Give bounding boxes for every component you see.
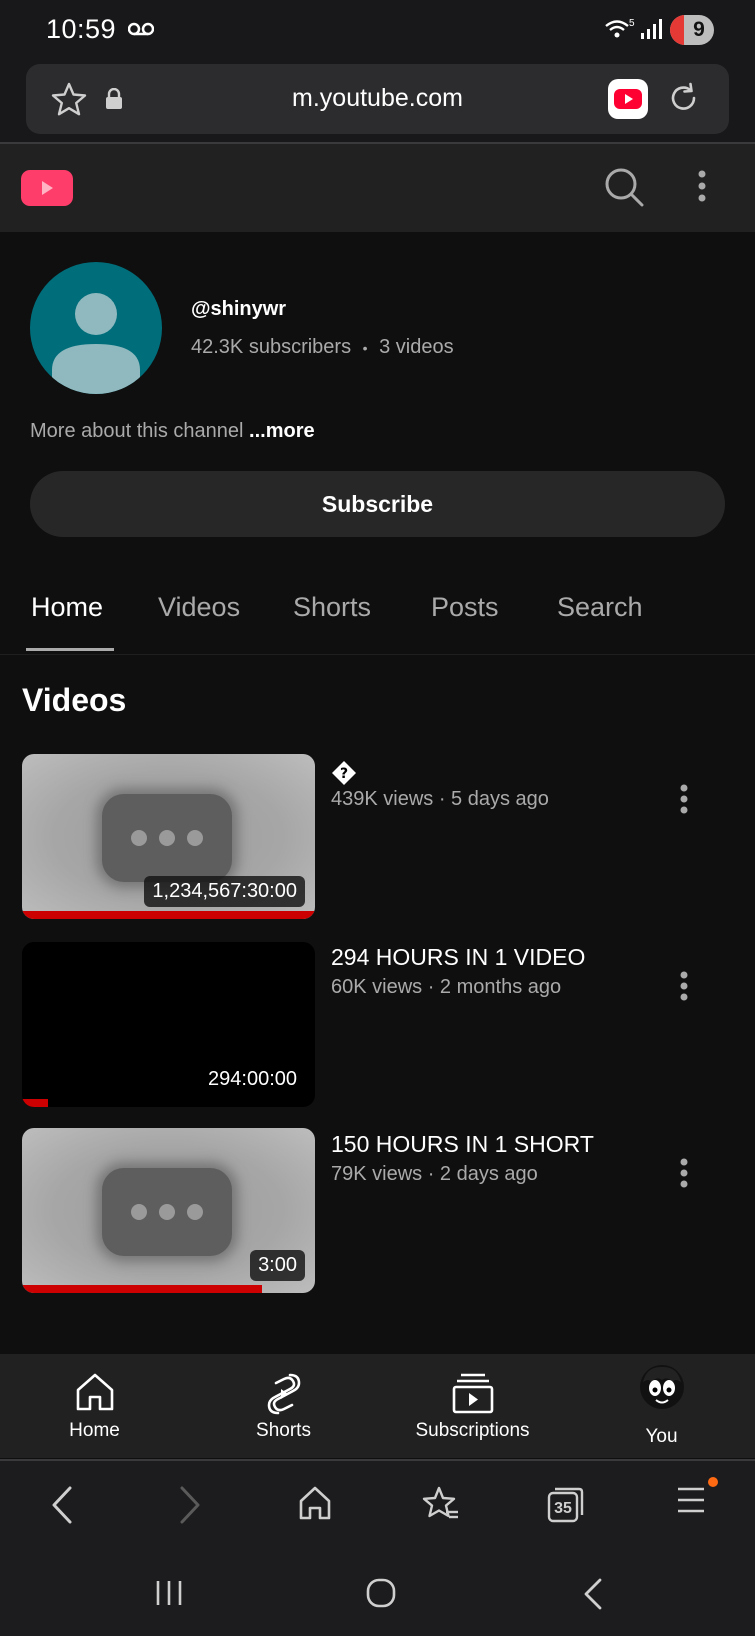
youtube-app-button[interactable]	[608, 79, 648, 119]
watch-progress-fill	[22, 911, 315, 919]
video-thumbnail[interactable]: 294:00:00	[22, 942, 315, 1107]
tabs-button[interactable]: 35	[546, 1485, 586, 1525]
nav-label: Shorts	[256, 1420, 311, 1441]
nav-label: Home	[69, 1420, 120, 1441]
video-options-icon[interactable]	[680, 971, 688, 1001]
subscriber-count: 42.3K subscribers	[191, 336, 352, 358]
recent-apps-icon[interactable]	[154, 1579, 184, 1607]
thumbnail-placeholder-icon	[102, 794, 232, 882]
notification-dot	[708, 1477, 718, 1487]
default-profile-icon	[52, 293, 140, 394]
status-time: 10:59	[46, 14, 117, 44]
nav-home[interactable]: Home	[0, 1354, 189, 1458]
tab-posts[interactable]: Posts	[431, 592, 499, 623]
svg-text:5: 5	[629, 18, 635, 29]
tab-home[interactable]: Home	[31, 592, 103, 623]
watch-progress-bar	[22, 911, 315, 919]
subscriptions-icon	[452, 1373, 493, 1414]
channel-handle: @shinywr	[191, 298, 287, 320]
channel-avatar[interactable]	[30, 262, 162, 394]
youtube-bottom-nav: Home Shorts Subscriptions You	[0, 1354, 755, 1458]
watch-progress-bar	[22, 1099, 315, 1107]
wifi-icon: 5	[605, 18, 635, 38]
video-meta: 79K views · 2 days ago	[331, 1163, 538, 1185]
watch-progress-fill	[22, 1285, 263, 1293]
forward-icon[interactable]	[178, 1485, 202, 1525]
home-icon	[76, 1373, 113, 1411]
battery-indicator: 9	[670, 15, 714, 45]
duration-badge: 3:00	[250, 1250, 305, 1281]
svg-text:?: ?	[340, 766, 348, 782]
video-meta: 439K views · 5 days ago	[331, 788, 549, 810]
youtube-header	[0, 144, 755, 232]
browser-home-icon[interactable]	[298, 1485, 332, 1521]
nav-shorts[interactable]: Shorts	[189, 1354, 378, 1458]
cell-signal-icon	[641, 19, 662, 39]
shorts-icon	[267, 1373, 300, 1415]
search-icon[interactable]	[603, 166, 645, 208]
video-title[interactable]: 294 HOURS IN 1 VIDEO	[331, 944, 585, 971]
bookmarks-icon[interactable]	[422, 1485, 460, 1523]
thumbnail-placeholder-icon	[102, 1168, 232, 1256]
tab-count: 35	[554, 1500, 572, 1517]
android-nav-bar	[0, 1549, 755, 1636]
more-link[interactable]: ...more	[249, 420, 315, 442]
watch-progress-fill	[22, 1099, 49, 1107]
voicemail-icon	[128, 22, 154, 36]
subscribe-button[interactable]: Subscribe	[30, 471, 725, 537]
tab-videos[interactable]: Videos	[158, 592, 240, 623]
profile-avatar	[639, 1365, 684, 1409]
about-text: More about this channel	[30, 420, 244, 442]
video-thumbnail[interactable]: 3:00	[22, 1128, 315, 1293]
active-tab-indicator	[26, 648, 114, 651]
duration-badge: 294:00:00	[208, 1068, 297, 1090]
status-bar: 10:59 5 9	[0, 0, 755, 60]
video-options-icon[interactable]	[680, 784, 688, 814]
android-back-icon[interactable]	[582, 1577, 604, 1611]
back-icon[interactable]	[50, 1485, 74, 1525]
nav-label: Subscriptions	[415, 1420, 530, 1441]
channel-stats: 42.3K subscribers • 3 videos	[191, 336, 454, 359]
reload-icon[interactable]	[667, 81, 701, 115]
menu-icon[interactable]	[676, 1485, 706, 1515]
more-options-icon[interactable]	[698, 170, 706, 202]
tab-shorts[interactable]: Shorts	[293, 592, 371, 623]
watch-progress-bar	[22, 1285, 315, 1293]
youtube-icon	[614, 89, 642, 109]
nav-subscriptions[interactable]: Subscriptions	[378, 1354, 567, 1458]
youtube-logo[interactable]	[21, 170, 73, 206]
video-meta: 60K views · 2 months ago	[331, 976, 562, 998]
tab-search[interactable]: Search	[557, 592, 643, 623]
nav-label: You	[645, 1426, 678, 1447]
nav-you[interactable]: You	[567, 1354, 755, 1458]
browser-toolbar: 35	[0, 1459, 755, 1551]
video-options-icon[interactable]	[680, 1158, 688, 1188]
question-diamond-icon: ?	[332, 761, 356, 785]
duration-badge: 1,234,567:30:00	[144, 876, 305, 907]
channel-about[interactable]: More about this channel ...more	[30, 420, 315, 443]
video-count: 3 videos	[379, 336, 454, 358]
bookmark-star-icon[interactable]	[51, 82, 87, 116]
separator: •	[362, 340, 368, 356]
lock-icon[interactable]	[105, 88, 123, 110]
tabs-divider	[0, 654, 755, 655]
video-title[interactable]: 150 HOURS IN 1 SHORT	[331, 1131, 594, 1158]
browser-address-area: m.youtube.com	[0, 60, 755, 144]
android-home-icon[interactable]	[365, 1577, 397, 1609]
section-title: Videos	[22, 682, 127, 718]
video-thumbnail[interactable]: 1,234,567:30:00	[22, 754, 315, 919]
